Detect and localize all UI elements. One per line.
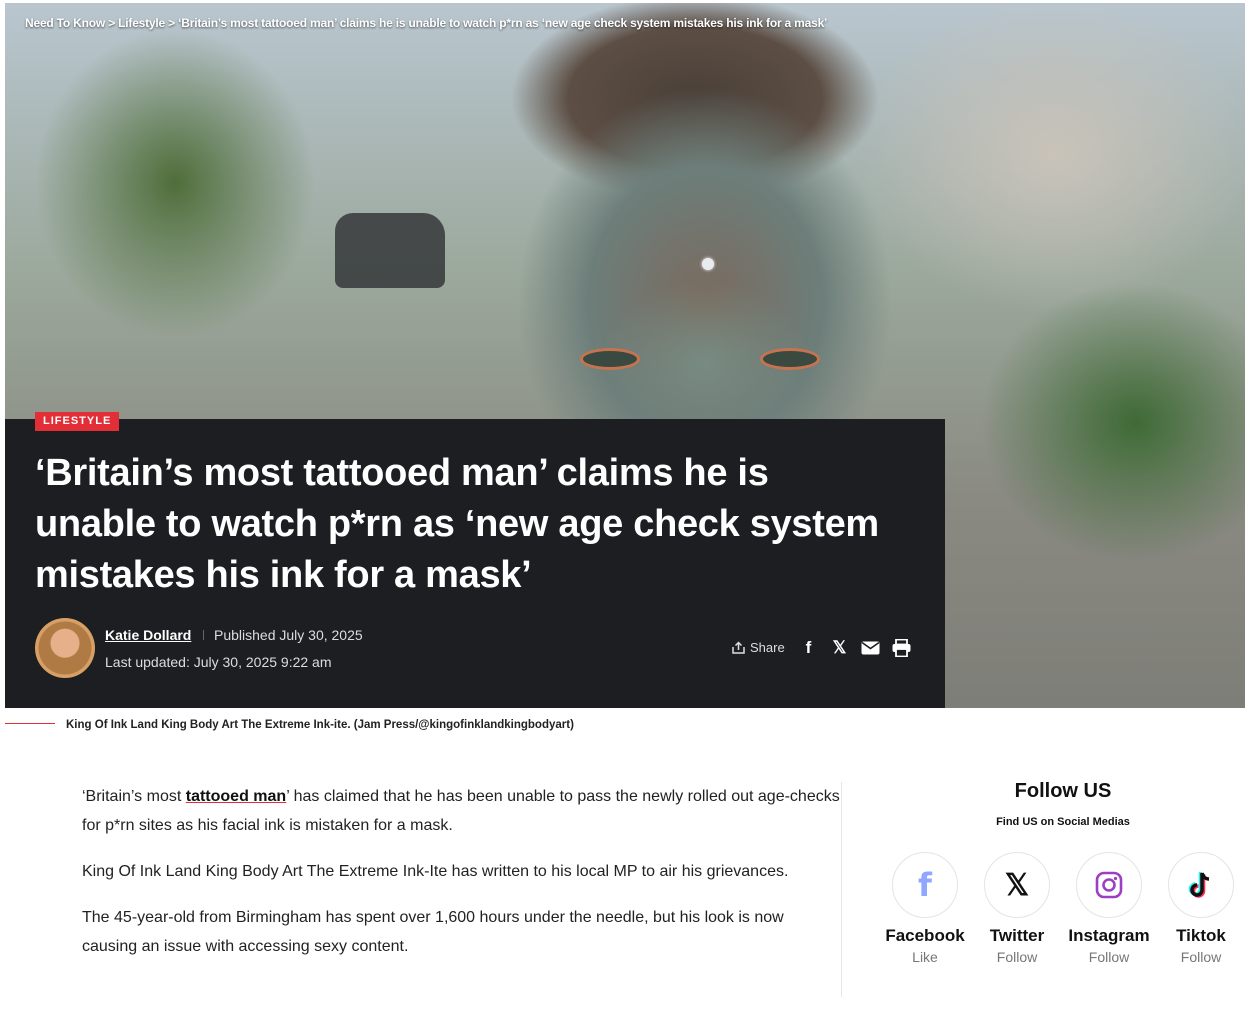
social-action: Follow xyxy=(1180,949,1222,965)
social-facebook[interactable]: f Facebook Like xyxy=(879,852,971,965)
car-shape xyxy=(335,213,445,288)
paragraph-text: ‘Britain’s most xyxy=(82,788,186,805)
article-body: ‘Britain’s most tattooed man’ has claime… xyxy=(72,782,842,978)
breadcrumb: Need To Know > Lifestyle > ‘Britain’s mo… xyxy=(25,16,827,30)
article-paragraph: ‘Britain’s most tattooed man’ has claime… xyxy=(72,782,842,840)
facebook-icon: f xyxy=(892,852,958,918)
follow-subtitle: Find US on Social Medias xyxy=(996,816,1130,828)
meta-divider xyxy=(203,630,204,640)
sidebar-divider xyxy=(841,782,842,997)
x-icon[interactable]: 𝕏 xyxy=(829,637,850,658)
published-date: Published July 30, 2025 xyxy=(214,627,363,643)
social-twitter[interactable]: 𝕏 Twitter Follow xyxy=(971,852,1063,965)
piercing xyxy=(702,258,714,270)
category-badge[interactable]: LIFESTYLE xyxy=(35,412,120,431)
breadcrumb-separator: > xyxy=(108,16,115,30)
instagram-icon xyxy=(1076,852,1142,918)
breadcrumb-link-lifestyle[interactable]: Lifestyle xyxy=(118,16,165,30)
page-title: ‘Britain’s most tattooed man’ claims he … xyxy=(35,452,879,596)
author-avatar[interactable] xyxy=(35,618,95,678)
facebook-icon[interactable]: f xyxy=(798,637,819,658)
tattooed-man-link[interactable]: tattooed man xyxy=(186,788,286,805)
mail-icon[interactable] xyxy=(860,637,881,658)
tiktok-icon xyxy=(1168,852,1234,918)
social-action: Follow xyxy=(1088,949,1130,965)
article-paragraph: King Of Ink Land King Body Art The Extre… xyxy=(82,863,789,880)
updated-date: Last updated: July 30, 2025 9:22 am xyxy=(105,654,332,670)
image-caption: King Of Ink Land King Body Art The Extre… xyxy=(66,719,574,731)
article-paragraph: The 45-year-old from Birmingham has spen… xyxy=(82,909,784,955)
social-name: Facebook xyxy=(885,926,965,945)
social-name: Twitter xyxy=(989,926,1045,945)
print-icon[interactable] xyxy=(891,637,912,658)
social-action: Follow xyxy=(996,949,1038,965)
share-icon xyxy=(732,640,745,654)
share-label: Share xyxy=(750,640,785,655)
breadcrumb-current: ‘Britain’s most tattooed man’ claims he … xyxy=(178,16,828,30)
author-link[interactable]: Katie Dollard xyxy=(105,627,191,643)
social-name: Tiktok xyxy=(1176,926,1226,945)
social-action: Like xyxy=(912,949,938,965)
x-icon: 𝕏 xyxy=(984,852,1050,918)
breadcrumb-link-home[interactable]: Need To Know xyxy=(25,16,105,30)
right-eye xyxy=(760,348,820,370)
caption-rule xyxy=(5,723,55,724)
follow-title: Follow US xyxy=(1014,780,1112,802)
social-name: Instagram xyxy=(1068,926,1150,945)
breadcrumb-separator: > xyxy=(168,16,175,30)
left-eye xyxy=(580,348,640,370)
social-instagram[interactable]: Instagram Follow xyxy=(1063,852,1155,965)
share-icons: f 𝕏 xyxy=(798,637,912,658)
social-tiktok[interactable]: Tiktok Follow xyxy=(1155,852,1247,965)
share-button[interactable]: Share xyxy=(731,640,785,655)
